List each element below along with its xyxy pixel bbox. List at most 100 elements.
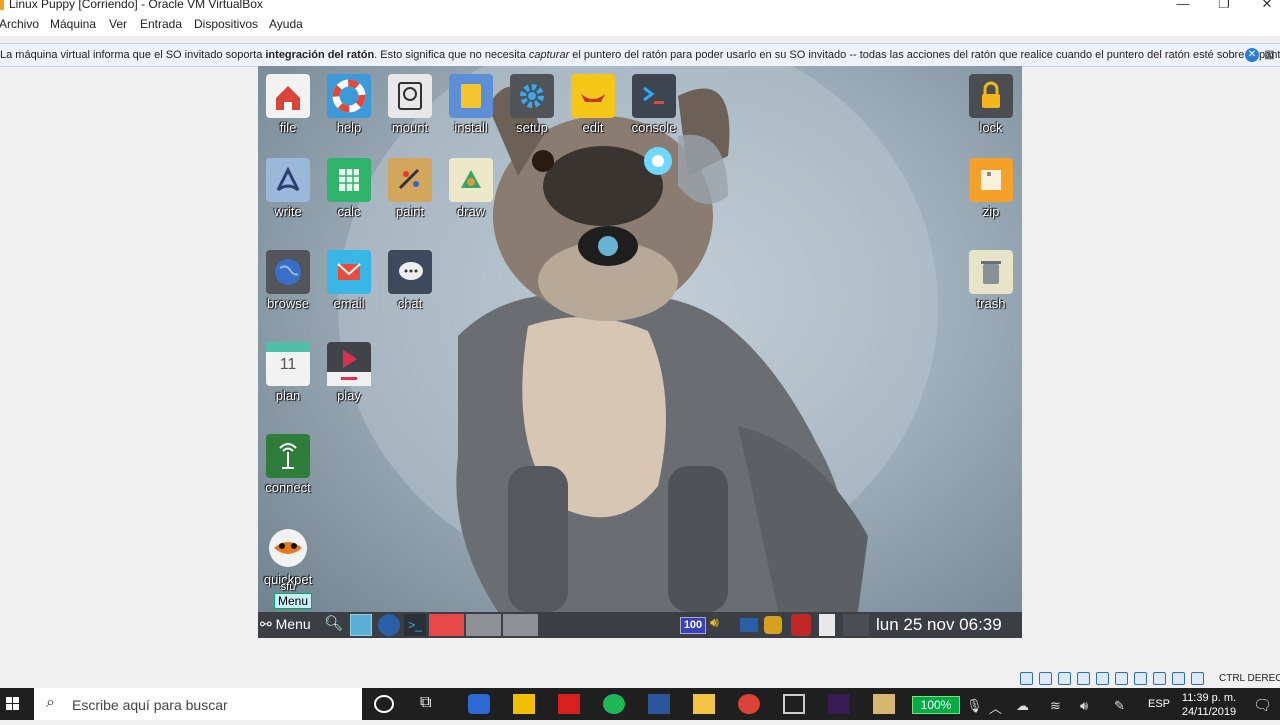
puppy-clock: lun 25 nov 06:39	[876, 615, 1002, 634]
abiword-icon	[266, 158, 310, 202]
desktop-icon-calc[interactable]: calc	[319, 158, 379, 219]
desktop-icon-draw[interactable]: draw	[441, 158, 501, 219]
menu-share-icon: ⚯	[260, 616, 276, 632]
file-explorer-icon[interactable]	[693, 694, 715, 714]
desktop-icon-play[interactable]: play	[319, 342, 379, 403]
word-icon[interactable]	[648, 694, 670, 714]
desktop-icon-write[interactable]: write	[258, 158, 318, 219]
antenna-icon	[266, 434, 310, 478]
mouse-integration-status-icon[interactable]	[1191, 672, 1204, 685]
palette-icon	[388, 158, 432, 202]
wallpaper-cyber-dog	[338, 66, 938, 612]
search-icon: ⌕	[46, 694, 55, 711]
vm-screen[interactable]: file help mount install setup edit conso…	[258, 66, 1022, 638]
desktop-icon-setup[interactable]: setup	[502, 74, 562, 135]
desktop-icon-lock[interactable]: lock	[961, 74, 1021, 135]
notes-icon[interactable]	[819, 614, 835, 636]
desktop-icon-install[interactable]: install	[441, 74, 501, 135]
chat-bubble-icon	[388, 250, 432, 294]
vt-status-icon[interactable]	[1172, 672, 1185, 685]
cortana-icon[interactable]	[374, 695, 394, 713]
search-icon[interactable]: 🔍︎	[324, 614, 344, 636]
roblox-icon[interactable]	[558, 694, 580, 714]
spotify-icon[interactable]	[603, 694, 625, 714]
system-clock[interactable]: 11:39 p. m. 24/11/2019	[1176, 691, 1242, 719]
desktop-icon-connect[interactable]: connect	[258, 434, 318, 495]
store-icon[interactable]	[513, 694, 535, 714]
desktop-launcher-icon[interactable]	[350, 614, 372, 636]
virtualbox-icon	[0, 0, 4, 10]
menu-archivo[interactable]: Archivo	[0, 17, 39, 31]
chrome-icon[interactable]	[738, 694, 760, 714]
desktop-icon-paint[interactable]: paint	[380, 158, 440, 219]
quickpet-dog-icon	[266, 526, 310, 570]
desktop-icon-quickpet[interactable]: quickpet sfu	[258, 526, 318, 593]
menu-ver[interactable]: Ver	[109, 17, 127, 31]
desktop-icon-mount[interactable]: mount	[380, 74, 440, 135]
desktop-icon-help[interactable]: help	[319, 74, 379, 135]
unity-icon[interactable]	[783, 694, 805, 714]
audio-status-icon[interactable]	[1058, 672, 1071, 685]
network-status-icon[interactable]	[1077, 672, 1090, 685]
microphone-icon[interactable]: 🎙︎	[966, 698, 983, 714]
taskbar-window-button-1[interactable]	[429, 614, 464, 636]
task-view-icon[interactable]: ⧉	[420, 694, 442, 714]
desktop-icon-zip[interactable]: zip	[961, 158, 1021, 219]
taskbar-window-button-2[interactable]	[466, 614, 501, 636]
desktop-icon-email[interactable]: email	[319, 250, 379, 311]
notifications-icon[interactable]: 🗨︎	[1253, 696, 1272, 714]
menu-ayuda[interactable]: Ayuda	[269, 17, 303, 31]
virtualbox-taskbar-icon[interactable]	[468, 694, 490, 714]
storage-icon[interactable]	[764, 616, 782, 634]
wifi-icon[interactable]: ≋	[1050, 698, 1061, 714]
close-button[interactable]: ✕	[1244, 0, 1280, 14]
padlock-icon	[969, 74, 1013, 118]
hard-disk-status-icon[interactable]	[1020, 672, 1033, 685]
genie-lamp-icon	[571, 74, 615, 118]
show-hidden-icons-chevron-icon[interactable]: ︿	[989, 698, 1002, 717]
maximize-button[interactable]: ❐	[1201, 0, 1247, 14]
puppy-taskbar: ⚯ Menu 🔍︎ >_ 100 🔊︎ lun 25 nov 06:39	[258, 612, 1022, 638]
app-icon-active[interactable]	[873, 694, 895, 714]
menu-tooltip: Menu	[274, 593, 313, 609]
volume-icon[interactable]: 🔊︎	[710, 614, 728, 636]
desktop-icon-console[interactable]: console	[624, 74, 684, 135]
onedrive-icon[interactable]: ☁︎	[1016, 698, 1029, 714]
pen-icon[interactable]: ✎	[1114, 698, 1125, 714]
recording-status-icon[interactable]	[1153, 672, 1166, 685]
mouse-integration-notice: La máquina virtual informa que el SO inv…	[0, 43, 1280, 67]
taskbar-search-box[interactable]: ⌕ Escribe aquí para buscar	[34, 688, 362, 720]
desktop-icon-trash[interactable]: trash	[961, 250, 1021, 311]
firewall-shield-icon[interactable]	[791, 614, 811, 636]
minimize-button[interactable]: —	[1160, 0, 1206, 14]
display-status-icon[interactable]	[1134, 672, 1147, 685]
notice-info-close-icon[interactable]: ✕	[1245, 48, 1259, 62]
host-key-label: CTRL DERECH	[1219, 673, 1280, 684]
language-indicator[interactable]: ESP	[1148, 698, 1170, 710]
window-title: Linux Puppy [Corriendo] - Oracle VM Virt…	[9, 0, 263, 11]
desktop-icon-chat[interactable]: chat	[380, 250, 440, 311]
package-icon	[449, 74, 493, 118]
menu-maquina[interactable]: Máquina	[50, 17, 96, 31]
desktop-icon-edit[interactable]: edit	[563, 74, 623, 135]
menu-entrada[interactable]: Entrada	[140, 17, 182, 31]
desktop-icon-browse[interactable]: browse	[258, 250, 318, 311]
network-icon[interactable]	[740, 618, 758, 632]
windows-taskbar: ⌕ Escribe aquí para buscar ⧉ 100% 🎙︎ ︿ ☁…	[0, 688, 1280, 720]
menu-dispositivos[interactable]: Dispositivos	[194, 17, 258, 31]
taskbar-window-button-3[interactable]	[503, 614, 538, 636]
shared-folders-status-icon[interactable]	[1115, 672, 1128, 685]
desktop-icon-file[interactable]: file	[258, 74, 318, 135]
audition-icon[interactable]	[828, 694, 850, 714]
desktop-icon-plan[interactable]: 11 plan	[258, 342, 318, 403]
speaker-icon[interactable]: 🔊︎	[1080, 698, 1088, 714]
vector-draw-icon	[449, 158, 493, 202]
terminal-launcher-icon[interactable]: >_	[404, 614, 426, 636]
usb-status-icon[interactable]	[1096, 672, 1109, 685]
windows-start-icon[interactable]	[0, 688, 34, 720]
optical-drive-status-icon[interactable]	[1039, 672, 1052, 685]
notice-dismiss-icon[interactable]: ⊠	[1264, 47, 1280, 63]
media-play-icon	[327, 342, 371, 386]
puppy-menu-button[interactable]: ⚯ Menu	[260, 616, 311, 633]
browser-launcher-icon[interactable]	[378, 614, 400, 636]
